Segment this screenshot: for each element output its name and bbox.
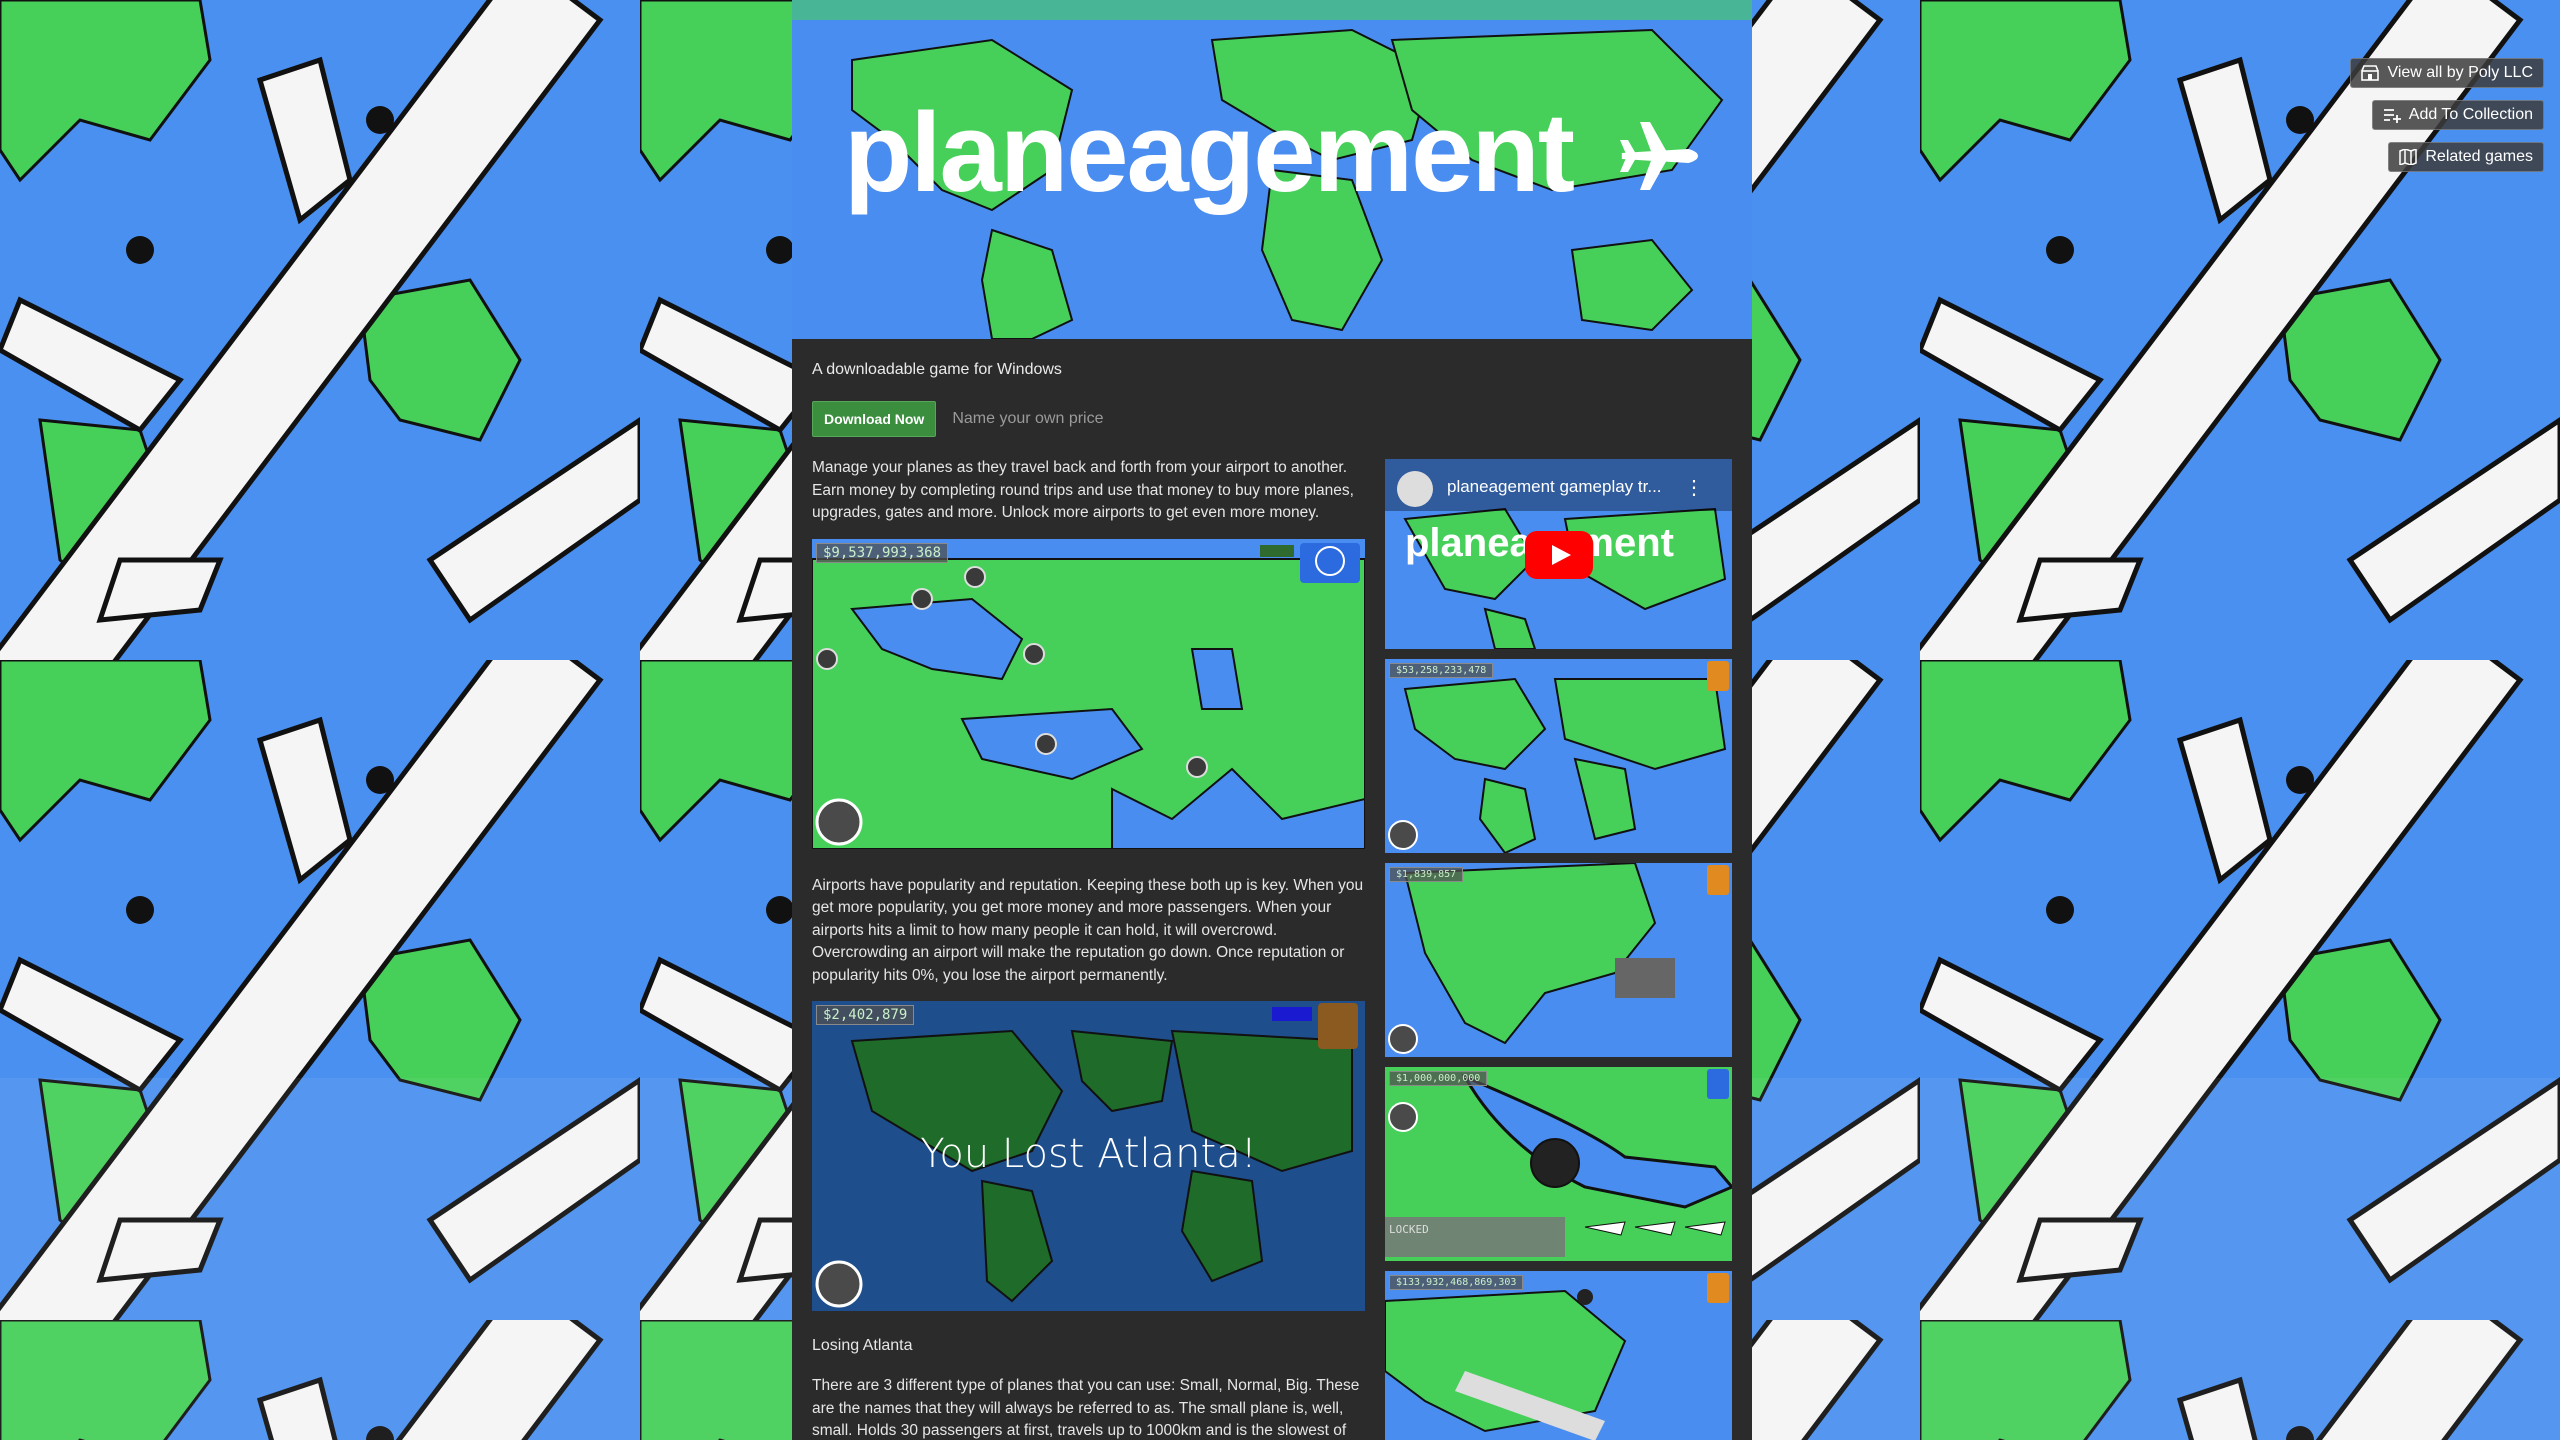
download-now-button[interactable]: Download Now (812, 401, 937, 437)
view-all-button[interactable]: View all by Poly LLC (2350, 58, 2544, 88)
add-to-collection-label: Add To Collection (2408, 106, 2533, 123)
purchase-row: Download Now Name your own price (812, 401, 1732, 437)
play-button-icon[interactable] (1525, 531, 1593, 579)
game-page-column: planeagement A downloadable game for Win… (792, 0, 1752, 1440)
screenshot-lost-atlanta[interactable]: $2,402,879 You Lost Atlanta! (812, 1001, 1365, 1311)
hud-money-thumb1: $53,258,233,478 (1389, 663, 1494, 678)
game-tagline: A downloadable game for Windows (812, 361, 1062, 378)
thumbnail-world-map[interactable]: $53,258,233,478 (1385, 659, 1732, 853)
video-title[interactable]: planeagement gameplay tr... (1447, 477, 1662, 497)
description-paragraph-3: There are 3 different type of planes tha… (812, 1377, 1360, 1439)
add-to-collection-button[interactable]: Add To Collection (2371, 100, 2544, 130)
view-all-label: View all by Poly LLC (2387, 64, 2533, 81)
thumbnail-full-map[interactable]: $133,932,468,869,303 (1385, 1271, 1732, 1440)
description-paragraph-2: Airports have popularity and reputation.… (812, 876, 1364, 984)
game-toolbar: View all by Poly LLC Add To Collection R… (2350, 58, 2544, 172)
game-header-banner: planeagement (792, 0, 1752, 339)
locked-label: LOCKED (1389, 1223, 1429, 1236)
game-title: planeagement (844, 90, 1575, 215)
video-menu-icon[interactable]: ⋮ (1684, 475, 1704, 500)
world-map-thumb (1385, 659, 1732, 853)
hud-money-thumb2: $1,839,857 (1389, 867, 1464, 882)
americas-map-thumb (1385, 863, 1732, 1057)
store-icon (2361, 65, 2380, 81)
europe-map-image (812, 538, 1365, 849)
plane-logo-icon (1620, 122, 1698, 190)
hud-money-shot2: $2,402,879 (816, 1005, 915, 1025)
screenshot-caption: Losing Atlanta (812, 1337, 913, 1354)
add-list-icon (2383, 107, 2401, 123)
upgrade-screen-thumb (1385, 1067, 1732, 1261)
thumbnail-upgrade-screen[interactable]: $1,000,000,000 LOCKED (1385, 1067, 1732, 1261)
screenshot-europe-map[interactable]: $9,537,993,368 (812, 538, 1365, 849)
lost-airport-message: You Lost Atlanta! (920, 1131, 1257, 1177)
related-games-button[interactable]: Related games (2388, 142, 2544, 172)
hud-money-thumb4: $133,932,468,869,303 (1389, 1275, 1524, 1290)
full-map-thumb (1385, 1271, 1732, 1440)
media-column: planeagement gameplay tr... ⋮ planeageme… (1385, 459, 1732, 1440)
map-icon (2399, 149, 2418, 165)
related-games-label: Related games (2425, 148, 2533, 165)
game-description-area: A downloadable game for Windows Download… (792, 339, 1752, 1440)
description-paragraph-1: Manage your planes as they travel back a… (812, 459, 1354, 521)
thumbnail-americas-map[interactable]: $1,839,857 (1385, 863, 1732, 1057)
channel-avatar[interactable] (1397, 471, 1433, 507)
content-row: Manage your planes as they travel back a… (812, 457, 1732, 1440)
description-column: Manage your planes as they travel back a… (812, 457, 1365, 1440)
hud-money-thumb3: $1,000,000,000 (1389, 1071, 1488, 1086)
hud-money-shot1: $9,537,993,368 (816, 542, 949, 563)
price-hint: Name your own price (952, 410, 1104, 427)
youtube-video-embed[interactable]: planeagement gameplay tr... ⋮ planeageme… (1385, 459, 1732, 649)
